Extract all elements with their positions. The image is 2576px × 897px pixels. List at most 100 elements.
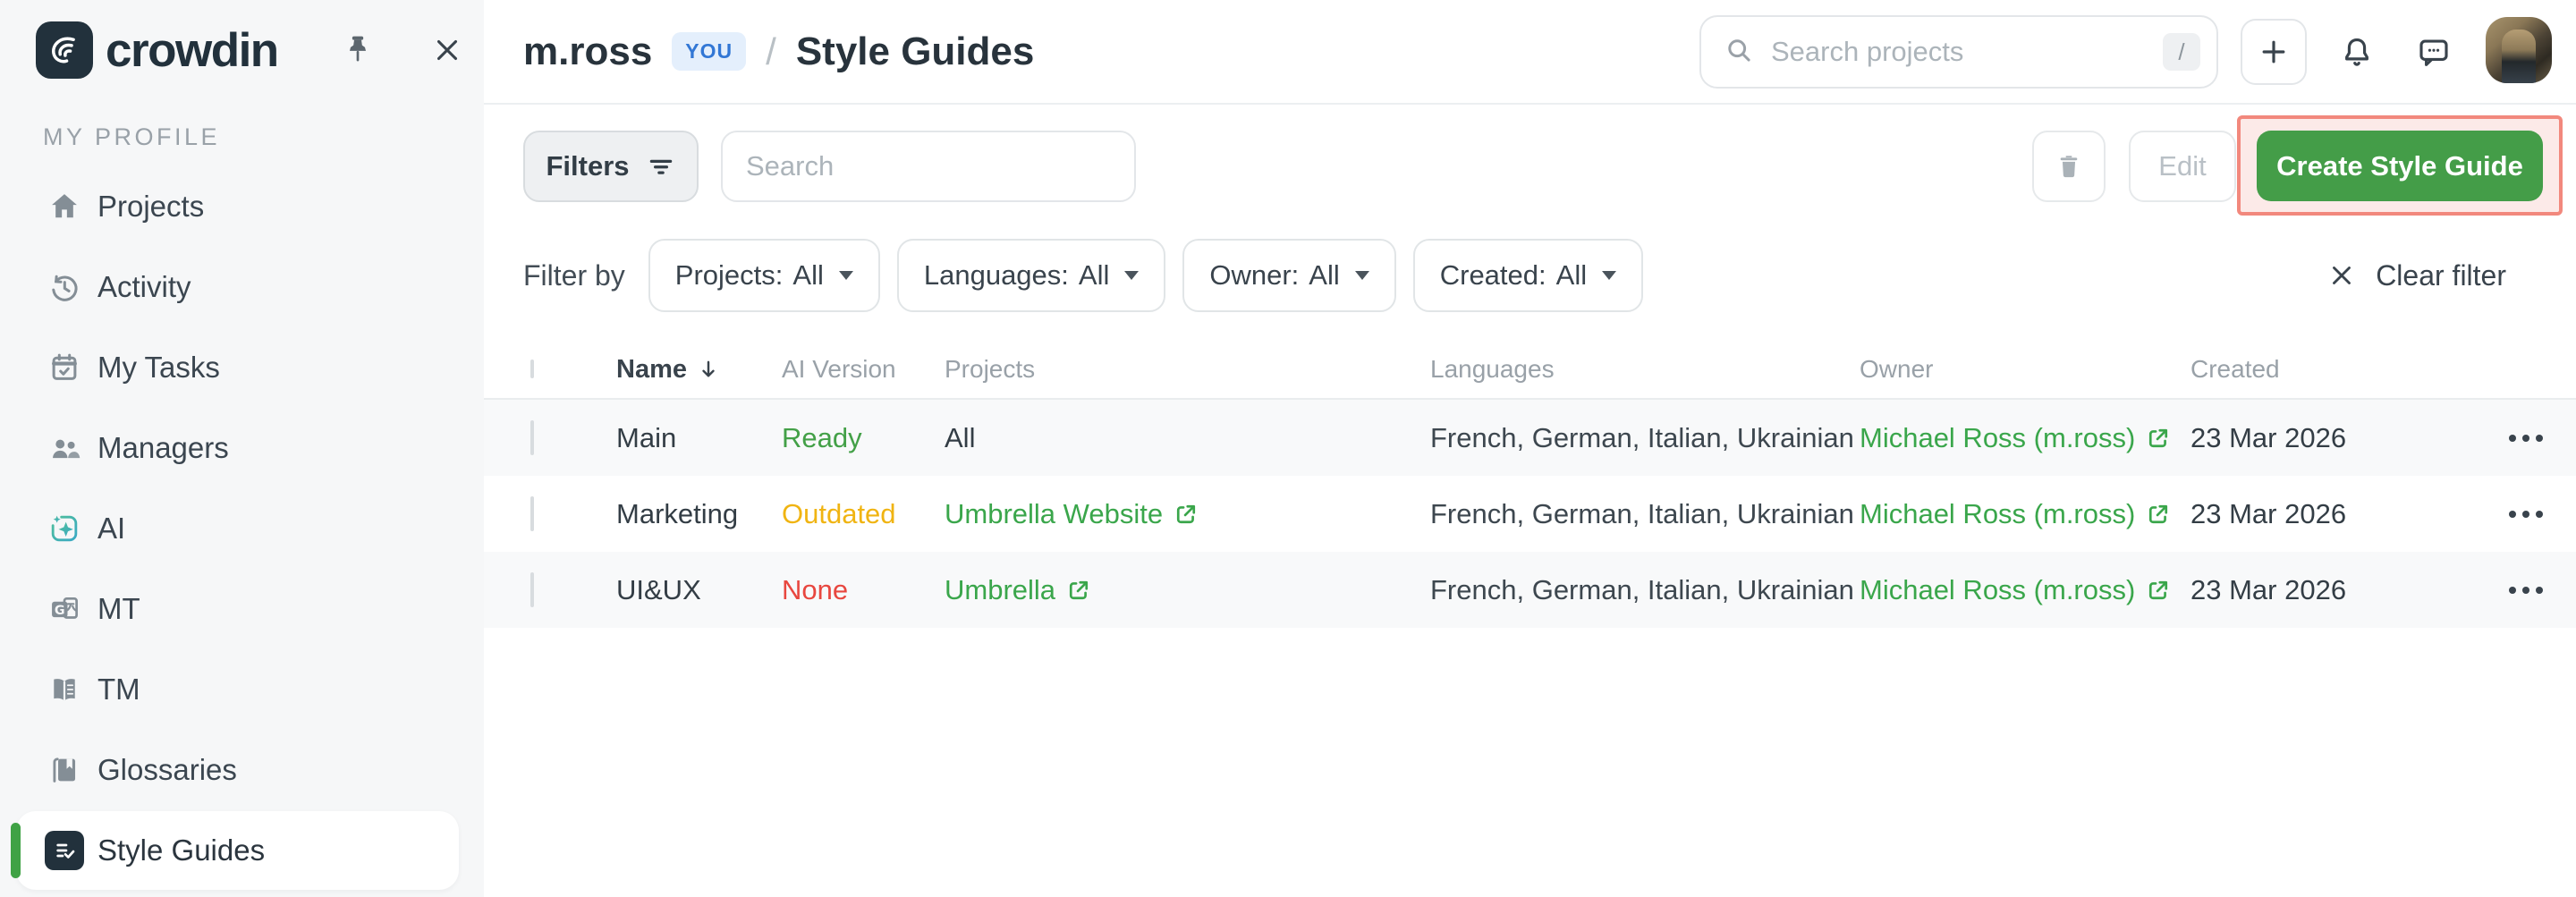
sidebar-item-label: Activity	[97, 270, 191, 304]
sidebar-item-style-guides[interactable]: Style Guides	[0, 810, 484, 891]
cell-projects: All	[945, 422, 1430, 454]
project-link[interactable]: Umbrella Website	[945, 498, 1199, 530]
clear-filter-button[interactable]: Clear filter	[2326, 238, 2506, 313]
filters-button-label: Filters	[546, 150, 629, 182]
column-header-name[interactable]: Name	[616, 355, 782, 385]
people-icon	[45, 428, 84, 468]
row-checkbox[interactable]	[530, 496, 534, 531]
owner-link[interactable]: Michael Ross (m.ross)	[1860, 422, 2171, 454]
sidebar-item-glossaries[interactable]: Glossaries	[0, 730, 484, 810]
breadcrumb-user[interactable]: m.ross	[523, 30, 652, 74]
row-actions-menu[interactable]	[2504, 422, 2548, 454]
row-checkbox[interactable]	[530, 420, 534, 455]
filter-dropdown-value: All	[792, 259, 823, 292]
main-content: Filters Edit Create Style Guide Filter b…	[484, 106, 2576, 897]
history-icon	[45, 267, 84, 307]
row-actions-menu[interactable]	[2504, 574, 2548, 606]
chevron-down-icon	[839, 271, 853, 280]
sidebar-item-activity[interactable]: Activity	[0, 247, 484, 327]
clear-filter-label: Clear filter	[2376, 259, 2506, 292]
cell-languages: French, German, Italian, Ukrainian	[1430, 498, 1860, 530]
notifications-bell-icon[interactable]	[2332, 27, 2382, 77]
cell-name: Marketing	[616, 498, 782, 530]
filter-dropdown-label: Projects:	[675, 259, 784, 292]
delete-button[interactable]	[2032, 131, 2106, 202]
sidebar-item-label: My Tasks	[97, 351, 220, 385]
sidebar-item-label: Glossaries	[97, 753, 237, 787]
external-link-icon	[1066, 578, 1091, 603]
column-header-created[interactable]: Created	[2190, 355, 2504, 384]
styleguide-search-input[interactable]	[746, 150, 1111, 182]
owner-link[interactable]: Michael Ross (m.ross)	[1860, 498, 2171, 530]
filter-bar: Filter by Projects: All Languages: All O…	[523, 238, 1660, 313]
chevron-down-icon	[1124, 271, 1139, 280]
sidebar-item-ai[interactable]: AI	[0, 488, 484, 569]
cell-name: Main	[616, 422, 782, 454]
sidebar-item-tm[interactable]: TM	[0, 649, 484, 730]
cell-name: UI&UX	[616, 574, 782, 606]
search-icon	[1723, 34, 1755, 71]
cell-languages: French, German, Italian, Ukrainian	[1430, 422, 1860, 454]
chevron-down-icon	[1602, 271, 1616, 280]
user-avatar[interactable]	[2486, 17, 2552, 83]
top-bar: m.ross YOU / Style Guides /	[484, 0, 2576, 105]
sidebar-item-projects[interactable]: Projects	[0, 166, 484, 247]
you-badge: YOU	[672, 32, 746, 71]
project-link[interactable]: Umbrella	[945, 574, 1091, 606]
close-icon	[2326, 260, 2357, 291]
filter-dropdown-created[interactable]: Created: All	[1413, 239, 1643, 312]
close-sidebar-icon[interactable]	[422, 25, 472, 75]
column-header-label: Name	[616, 355, 687, 385]
sidebar-item-mt[interactable]: G MT	[0, 569, 484, 649]
cell-ai-version: Outdated	[782, 498, 945, 530]
cell-created: 23 Mar 2026	[2190, 574, 2504, 606]
filters-button[interactable]: Filters	[523, 131, 699, 202]
edit-button[interactable]: Edit	[2129, 131, 2236, 202]
external-link-icon	[2146, 426, 2171, 451]
svg-text:G: G	[55, 604, 65, 618]
sidebar-item-label: Managers	[97, 431, 229, 465]
glossary-icon	[45, 750, 84, 790]
project-link-label: Umbrella	[945, 574, 1055, 606]
page-title: Style Guides	[796, 30, 1035, 74]
table-header-row: Name AI Version Projects Languages Owner…	[484, 341, 2576, 400]
owner-link[interactable]: Michael Ross (m.ross)	[1860, 574, 2171, 606]
column-header-projects[interactable]: Projects	[945, 355, 1430, 384]
pin-sidebar-icon[interactable]	[333, 25, 383, 75]
filter-lines-icon	[646, 151, 676, 182]
filter-dropdown-projects[interactable]: Projects: All	[648, 239, 880, 312]
sidebar-item-label: TM	[97, 673, 140, 707]
external-link-icon	[2146, 502, 2171, 527]
home-icon	[45, 187, 84, 226]
column-header-ai-version[interactable]: AI Version	[782, 355, 945, 384]
crowdin-logo-icon[interactable]	[36, 21, 93, 79]
column-header-languages[interactable]: Languages	[1430, 355, 1860, 384]
messages-icon[interactable]	[2409, 27, 2459, 77]
create-new-button[interactable]	[2241, 19, 2307, 85]
translation-memory-icon	[45, 670, 84, 709]
sidebar-item-my-tasks[interactable]: My Tasks	[0, 327, 484, 408]
cell-ai-version: None	[782, 574, 945, 606]
project-search-input[interactable]	[1771, 36, 2163, 68]
active-item-indicator	[11, 823, 21, 878]
filter-dropdown-label: Created:	[1440, 259, 1546, 292]
select-all-checkbox[interactable]	[530, 360, 534, 378]
owner-link-label: Michael Ross (m.ross)	[1860, 498, 2135, 530]
sidebar-item-label: Style Guides	[97, 834, 265, 867]
style-guides-table: Name AI Version Projects Languages Owner…	[484, 341, 2576, 628]
calendar-check-icon	[45, 348, 84, 387]
create-style-guide-button[interactable]: Create Style Guide	[2257, 131, 2543, 201]
table-row: Main Ready All French, German, Italian, …	[484, 400, 2576, 476]
filter-dropdown-owner[interactable]: Owner: All	[1182, 239, 1395, 312]
style-guide-icon	[45, 831, 84, 870]
sidebar-item-managers[interactable]: Managers	[0, 408, 484, 488]
row-actions-menu[interactable]	[2504, 498, 2548, 530]
project-search[interactable]: /	[1699, 15, 2218, 89]
edit-button-label: Edit	[2158, 150, 2206, 182]
styleguide-search[interactable]	[721, 131, 1136, 202]
column-header-owner[interactable]: Owner	[1860, 355, 2190, 384]
row-checkbox[interactable]	[530, 572, 534, 607]
filter-dropdown-languages[interactable]: Languages: All	[897, 239, 1166, 312]
table-row: Marketing Outdated Umbrella Website Fren…	[484, 476, 2576, 552]
cell-created: 23 Mar 2026	[2190, 498, 2504, 530]
